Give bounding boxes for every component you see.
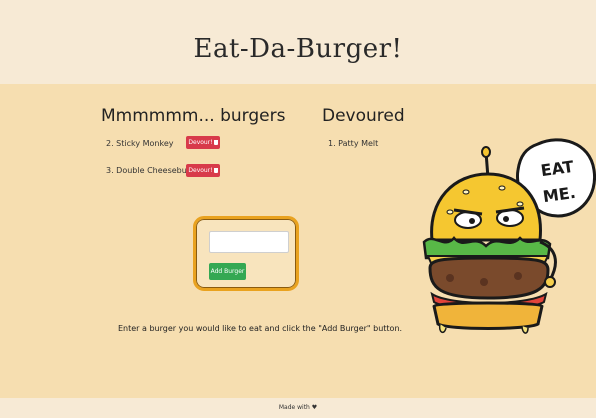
trash-icon: [213, 168, 218, 173]
burgers-heading: Mmmmmm... burgers: [101, 106, 286, 126]
page-header: Eat-Da-Burger!: [0, 0, 596, 84]
trash-icon: [213, 140, 218, 145]
page-title: Eat-Da-Burger!: [193, 34, 403, 64]
burger-item: 2. Sticky Monkey: [106, 139, 174, 148]
devour-button-label: Devour!: [188, 139, 213, 146]
burger-mascot-illustration: EAT ME.: [422, 138, 596, 334]
devour-button[interactable]: Devour!: [186, 136, 220, 149]
footer-text: Made with ♥: [278, 404, 318, 411]
devour-button-label: Devour!: [188, 167, 213, 174]
add-burger-button[interactable]: Add Burger: [209, 263, 246, 280]
devoured-item: 1. Patty Melt: [328, 139, 379, 148]
burger-name-input[interactable]: [209, 231, 289, 253]
page-footer: Made with ♥: [0, 398, 596, 418]
add-burger-form: Add Burger: [193, 216, 299, 291]
instructions-text: Enter a burger you would like to eat and…: [118, 324, 403, 333]
devour-button[interactable]: Devour!: [186, 164, 220, 177]
devoured-heading: Devoured: [322, 106, 405, 126]
